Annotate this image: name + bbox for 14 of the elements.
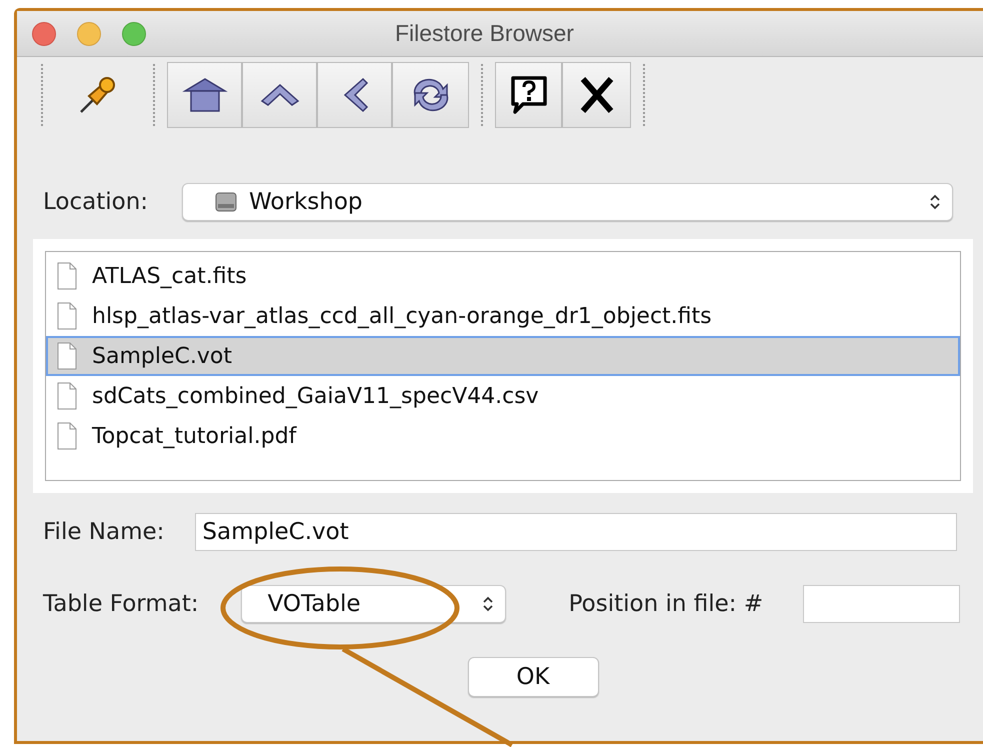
file-item[interactable]: sdCats_combined_GaiaV11_specV44.csv — [46, 376, 960, 416]
table-format-dropdown[interactable]: VOTable — [240, 585, 506, 623]
file-item[interactable]: ATLAS_cat.fits — [46, 256, 960, 296]
table-format-label: Table Format: — [43, 591, 199, 617]
file-item[interactable]: Topcat_tutorial.pdf — [46, 416, 960, 456]
file-item[interactable]: SampleC.vot — [46, 336, 960, 376]
ok-button[interactable]: OK — [468, 657, 598, 697]
location-dropdown[interactable]: Workshop — [182, 183, 954, 221]
window-title: Filestore Browser — [395, 20, 574, 47]
file-item[interactable]: hlsp_atlas-var_atlas_ccd_all_cyan-orange_dr1_object.fits — [46, 296, 960, 336]
file-name-field[interactable]: SampleC.vot — [195, 513, 958, 551]
position-label: Position in file: # — [568, 591, 764, 617]
file-name-label: File Name: — [43, 519, 164, 545]
location-label: Location: — [43, 189, 148, 215]
